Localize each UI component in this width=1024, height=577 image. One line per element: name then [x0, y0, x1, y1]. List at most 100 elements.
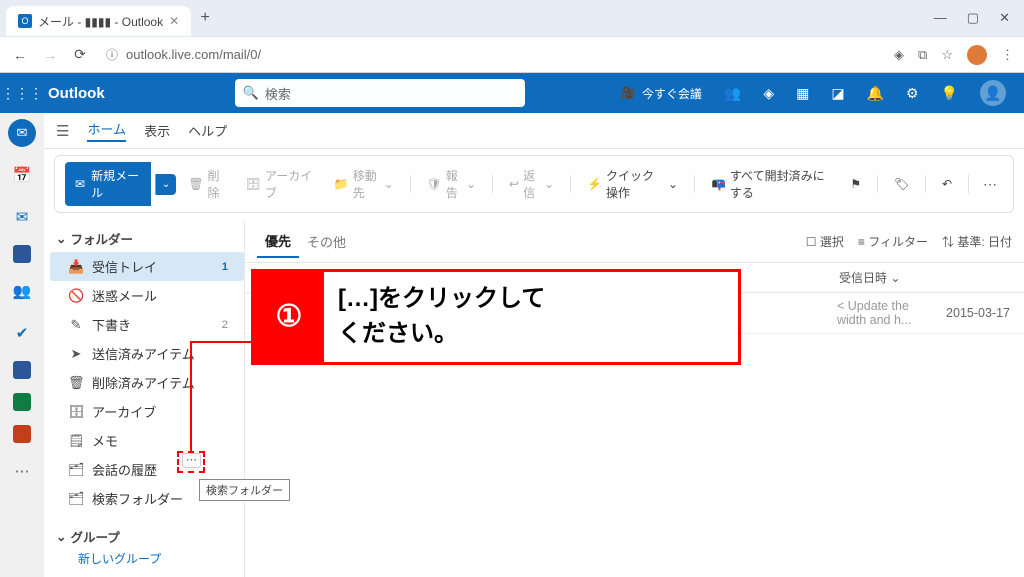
- browser-tab[interactable]: O メール - ▮▮▮▮ - Outlook ✕: [6, 6, 191, 36]
- chat-icon[interactable]: ◪: [831, 85, 844, 102]
- folder-label: メモ: [92, 431, 118, 450]
- address-bar[interactable]: ⓘ outlook.live.com/mail/0/: [100, 46, 884, 63]
- envelope-open-icon: 📭: [711, 177, 726, 191]
- tab-help[interactable]: ヘルプ: [188, 121, 227, 140]
- annotation-text: […]をクリックして ください。: [324, 272, 559, 362]
- rail-more-icon[interactable]: ⋯: [8, 457, 36, 485]
- reload-icon[interactable]: ⟳: [70, 46, 90, 63]
- groups-header[interactable]: ⌄ グループ: [50, 523, 244, 550]
- filter-button[interactable]: ≡ フィルター: [858, 233, 928, 250]
- meet-now-button[interactable]: 🎥 今すぐ会議: [621, 85, 702, 102]
- rail-teams-icon[interactable]: 👥: [8, 277, 36, 305]
- new-tab-button[interactable]: +: [191, 9, 219, 27]
- folder-icon: 🚫: [68, 288, 84, 304]
- forward-icon[interactable]: →: [40, 47, 60, 63]
- col-date[interactable]: 受信日時 ⌄: [839, 269, 1010, 286]
- folder-item[interactable]: 📥受信トレイ1: [50, 252, 244, 281]
- select-toggle[interactable]: ☐ 選択: [806, 233, 844, 250]
- url-text: outlook.live.com/mail/0/: [126, 47, 261, 62]
- chevron-down-icon: ⌄: [56, 231, 66, 246]
- archive-button[interactable]: 🗄アーカイブ: [238, 164, 322, 204]
- tab-view[interactable]: 表示: [144, 121, 170, 140]
- browser-tabbar: O メール - ▮▮▮▮ - Outlook ✕ + — ▢ ✕: [0, 0, 1024, 36]
- tab-other[interactable]: その他: [299, 226, 354, 257]
- tab-focused[interactable]: 優先: [257, 225, 299, 258]
- folder-item[interactable]: ➤送信済みアイテム: [50, 339, 244, 368]
- folder-item[interactable]: 🗒メモ: [50, 426, 244, 455]
- rail-powerpoint-icon[interactable]: [13, 425, 31, 443]
- folder-item[interactable]: 🚫迷惑メール: [50, 281, 244, 310]
- tag-icon: 🏷: [894, 177, 909, 191]
- calendar-peek-icon[interactable]: ▦: [796, 85, 809, 102]
- quick-steps-button[interactable]: ⚡クイック操作 ⌄: [579, 164, 686, 204]
- undo-button[interactable]: ↶: [934, 174, 960, 194]
- rail-word-icon[interactable]: [13, 245, 31, 263]
- folder-icon: 📥: [68, 259, 84, 275]
- tab-home[interactable]: ホーム: [87, 119, 126, 142]
- move-button[interactable]: 📁移動先⌄: [326, 164, 402, 204]
- left-rail: ✉ 📅 ✉ 👥 ✔ ⋯: [0, 113, 44, 577]
- tooltip: 検索フォルダー: [199, 479, 290, 501]
- rail-word2-icon[interactable]: [13, 361, 31, 379]
- browser-menu-icon[interactable]: ⋮: [1001, 47, 1014, 63]
- window-controls: — ▢ ✕: [934, 10, 1024, 26]
- folder-icon: 🗄: [68, 404, 84, 420]
- rail-todo-icon[interactable]: ✔: [8, 319, 36, 347]
- new-mail-button[interactable]: ✉ 新規メール: [65, 162, 151, 206]
- search-icon: 🔍: [243, 85, 259, 101]
- folders-header[interactable]: ⌄ フォルダー: [50, 225, 244, 252]
- folder-item[interactable]: 🗄アーカイブ: [50, 397, 244, 426]
- settings-icon[interactable]: ⚙: [906, 85, 919, 102]
- folder-item[interactable]: ✎下書き2: [50, 310, 244, 339]
- filter-icon: ≡: [858, 235, 865, 249]
- folder-icon: 🗑: [68, 375, 84, 391]
- toolbar-more-icon[interactable]: ⋯: [977, 176, 1003, 193]
- back-icon[interactable]: ←: [10, 47, 30, 63]
- folder-icon: ➤: [68, 346, 84, 362]
- extension-icon[interactable]: ⧉: [918, 47, 927, 63]
- mark-all-read-button[interactable]: 📭すべて開封済みにする: [703, 164, 838, 204]
- mail-icon: ✉: [75, 177, 85, 191]
- account-icon[interactable]: 👤: [980, 80, 1006, 106]
- extension-icon[interactable]: ◈: [894, 47, 904, 63]
- folder-label: 会話の履歴: [92, 460, 157, 479]
- search-input[interactable]: 🔍 検索: [235, 79, 525, 107]
- maximize-icon[interactable]: ▢: [967, 10, 979, 26]
- teams-icon[interactable]: 👥: [724, 85, 741, 102]
- close-window-icon[interactable]: ✕: [999, 10, 1010, 26]
- delete-button[interactable]: 🗑削除: [180, 164, 233, 204]
- tips-icon[interactable]: 💡: [941, 85, 958, 102]
- reply-button[interactable]: ↩返信⌄: [501, 164, 562, 204]
- notifications-icon[interactable]: 🔔: [867, 85, 884, 102]
- address-bar-row: ← → ⟳ ⓘ outlook.live.com/mail/0/ ◈ ⧉ ☆ ⋮: [0, 36, 1024, 72]
- folder-item[interactable]: 🗑削除済みアイテム: [50, 368, 244, 397]
- bookmark-icon[interactable]: ☆: [941, 47, 953, 63]
- rail-calendar-icon[interactable]: 📅: [8, 161, 36, 189]
- outlook-favicon-icon: O: [18, 14, 32, 28]
- chevron-down-icon: ⌄: [56, 529, 66, 544]
- flag-button[interactable]: ⚑: [842, 174, 869, 194]
- site-info-icon[interactable]: ⓘ: [106, 46, 118, 63]
- new-mail-dropdown[interactable]: ⌄: [155, 174, 176, 195]
- trash-icon: 🗑: [188, 177, 203, 191]
- checkbox-icon: ☐: [806, 235, 817, 249]
- hamburger-icon[interactable]: ☰: [56, 122, 69, 140]
- sort-button[interactable]: ⇅ 基準: 日付: [942, 233, 1012, 250]
- folder-pane: ⌄ フォルダー 📥受信トレイ1🚫迷惑メール✎下書き2➤送信済みアイテム🗑削除済み…: [44, 221, 244, 577]
- premium-icon[interactable]: ◈: [763, 85, 774, 102]
- message-tabs: 優先 その他 ☐ 選択 ≡ フィルター ⇅ 基準: 日付: [245, 221, 1024, 263]
- minimize-icon[interactable]: —: [934, 10, 947, 26]
- rail-mail-icon[interactable]: ✉: [8, 119, 36, 147]
- report-button[interactable]: 🛡報告⌄: [419, 164, 485, 204]
- app-launcher-icon[interactable]: ⋮⋮⋮: [0, 85, 44, 102]
- folder-move-icon: 📁: [334, 177, 349, 191]
- close-tab-icon[interactable]: ✕: [169, 14, 179, 28]
- rail-people-icon[interactable]: ✉: [8, 203, 36, 231]
- new-group-link[interactable]: 新しいグループ: [50, 550, 244, 567]
- profile-avatar-icon[interactable]: [967, 45, 987, 65]
- rail-excel-icon[interactable]: [13, 393, 31, 411]
- archive-icon: 🗄: [246, 177, 261, 191]
- app-body: ✉ 📅 ✉ 👥 ✔ ⋯ ☰ ホーム 表示 ヘルプ ✉ 新規メール ⌄ 🗑削除 🗄…: [0, 113, 1024, 577]
- folder-label: 受信トレイ: [92, 257, 157, 276]
- tag-button[interactable]: 🏷: [886, 174, 917, 194]
